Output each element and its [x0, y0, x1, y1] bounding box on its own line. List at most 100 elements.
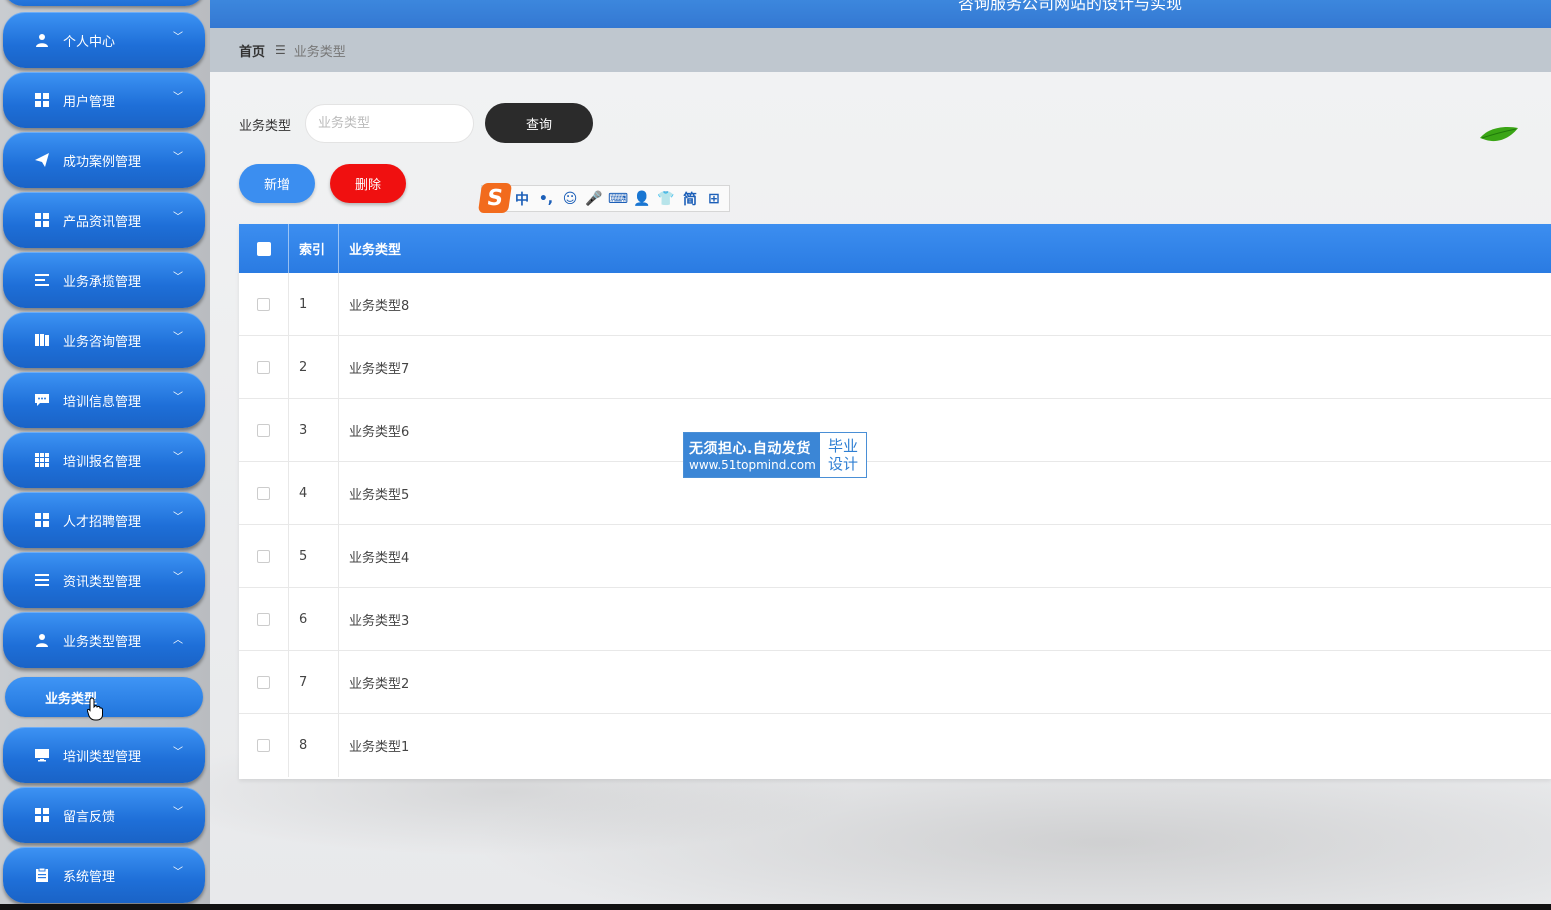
sidebar-item-label: 业务咨询管理: [63, 334, 142, 350]
paper-plane-icon: [34, 152, 50, 168]
table-row[interactable]: 2 业务类型7: [239, 336, 1551, 399]
chevron-down-icon: ﹀: [173, 211, 183, 223]
cell-index: 8: [289, 714, 339, 777]
breadcrumb: 首页 ☰ 业务类型: [210, 28, 1551, 72]
watermark-tag-line2: 设计: [827, 455, 858, 473]
add-button[interactable]: 新增: [239, 164, 315, 203]
row-checkbox[interactable]: [257, 297, 270, 311]
table-icon: [34, 452, 50, 468]
sidebar: 个人中心 ﹀ 用户管理 ﹀ 成功案例管理 ﹀ 产品资讯管理 ﹀ 业务承揽管理 ﹀: [0, 0, 210, 904]
sidebar-subitem-business-type[interactable]: 业务类型: [5, 677, 203, 717]
chevron-down-icon: ﹀: [173, 806, 183, 818]
cell-index: 1: [289, 273, 339, 335]
grid-icon: [34, 212, 50, 228]
table-row[interactable]: 6 业务类型3: [239, 588, 1551, 651]
sidebar-item-recruitment[interactable]: 人才招聘管理 ﹀: [3, 492, 205, 548]
sidebar-top-item[interactable]: [3, 0, 205, 6]
sidebar-item-label: 业务承揽管理: [63, 274, 142, 290]
ime-chinese-mode-icon[interactable]: 中: [510, 187, 534, 211]
sidebar-item-label: 留言反馈: [63, 809, 116, 825]
select-all-checkbox[interactable]: [256, 241, 271, 256]
breadcrumb-home[interactable]: 首页: [239, 41, 265, 60]
list-icon: [34, 572, 50, 588]
ime-toolbar: S 中 •, ☺ 🎤 ⌨ 👤 👕 简 ⊞: [477, 182, 730, 213]
ime-simplified-icon[interactable]: 简: [678, 187, 702, 211]
table-row[interactable]: 8 业务类型1: [239, 714, 1551, 777]
table-row[interactable]: 3 业务类型6: [239, 399, 1551, 462]
table-row[interactable]: 5 业务类型4: [239, 525, 1551, 588]
chevron-down-icon: ﹀: [173, 331, 183, 343]
row-checkbox[interactable]: [257, 675, 270, 689]
ime-skin-icon[interactable]: 👕: [654, 187, 678, 211]
chevron-down-icon: ﹀: [173, 451, 183, 463]
table-row[interactable]: 7 业务类型2: [239, 651, 1551, 714]
cell-business-type: 业务类型8: [349, 298, 410, 314]
row-checkbox[interactable]: [257, 549, 270, 563]
sidebar-item-success-cases[interactable]: 成功案例管理 ﹀: [3, 132, 205, 188]
sidebar-item-label: 用户管理: [63, 94, 116, 110]
sidebar-item-label: 系统管理: [63, 869, 116, 885]
ime-user-icon[interactable]: 👤: [630, 187, 654, 211]
search-input[interactable]: [305, 104, 474, 143]
chevron-down-icon: ﹀: [173, 571, 183, 583]
table-row[interactable]: 4 业务类型5: [239, 462, 1551, 525]
ime-punctuation-icon[interactable]: •,: [534, 187, 558, 211]
ime-emoji-icon[interactable]: ☺: [558, 187, 582, 211]
row-checkbox[interactable]: [257, 360, 270, 374]
sidebar-item-label: 培训类型管理: [63, 749, 142, 765]
leaf-icon: [1480, 127, 1518, 142]
cell-business-type: 业务类型1: [349, 740, 410, 755]
column-header-business-type: 业务类型: [349, 243, 402, 258]
sidebar-item-training-registration[interactable]: 培训报名管理 ﹀: [3, 432, 205, 488]
row-checkbox[interactable]: [257, 423, 270, 437]
sidebar-item-label: 个人中心: [63, 34, 116, 50]
cell-index: 6: [289, 588, 339, 650]
chevron-down-icon: ﹀: [173, 511, 183, 523]
sidebar-item-feedback[interactable]: 留言反馈 ﹀: [3, 787, 205, 843]
hand-cursor-icon: [87, 697, 103, 721]
ime-keyboard-icon[interactable]: ⌨: [606, 187, 630, 211]
grid-icon: [34, 512, 50, 528]
monitor-icon: [34, 747, 50, 763]
sidebar-item-business-contracting[interactable]: 业务承揽管理 ﹀: [3, 252, 205, 308]
delete-button[interactable]: 删除: [330, 164, 406, 203]
data-table: 索引 业务类型 1 业务类型8 2 业务类型7 3 业务类型6 4 业务类型 5 …: [239, 224, 1551, 779]
cell-business-type: 业务类型4: [349, 550, 410, 566]
column-header-index: 索引: [289, 224, 339, 273]
table-row[interactable]: 1 业务类型8: [239, 273, 1551, 336]
taskbar-edge: [0, 904, 1551, 910]
sidebar-item-label: 培训报名管理: [63, 454, 142, 470]
grid-icon: [34, 92, 50, 108]
cell-index: 4: [289, 462, 339, 524]
sidebar-item-personal-center[interactable]: 个人中心 ﹀: [3, 12, 205, 68]
cell-business-type: 业务类型2: [349, 676, 410, 692]
chevron-down-icon: ﹀: [173, 31, 183, 43]
sidebar-item-user-management[interactable]: 用户管理 ﹀: [3, 72, 205, 128]
cell-index: 7: [289, 651, 339, 713]
sidebar-item-business-consulting[interactable]: 业务咨询管理 ﹀: [3, 312, 205, 368]
chevron-up-icon: ︿: [173, 634, 183, 646]
row-checkbox[interactable]: [257, 486, 270, 500]
top-header: 咨询服务公司网站的设计与实现: [210, 0, 1551, 28]
watermark-url: www.51topmind.com: [689, 458, 816, 472]
cell-business-type: 业务类型7: [349, 361, 410, 377]
chevron-down-icon: ﹀: [173, 271, 183, 283]
sidebar-item-product-news[interactable]: 产品资讯管理 ﹀: [3, 192, 205, 248]
sidebar-item-business-type[interactable]: 业务类型管理 ︿: [3, 612, 205, 668]
sidebar-item-training-info[interactable]: 培训信息管理 ﹀: [3, 372, 205, 428]
row-checkbox[interactable]: [257, 612, 270, 626]
sidebar-item-system-management[interactable]: 系统管理 ﹀: [3, 847, 205, 903]
sidebar-item-news-type[interactable]: 资讯类型管理 ﹀: [3, 552, 205, 608]
table-header: 索引 业务类型: [239, 224, 1551, 273]
sogou-logo-icon[interactable]: S: [477, 182, 513, 213]
sidebar-item-training-type[interactable]: 培训类型管理 ﹀: [3, 727, 205, 783]
cell-index: 3: [289, 399, 339, 461]
chevron-down-icon: ﹀: [173, 746, 183, 758]
ime-voice-icon[interactable]: 🎤: [582, 187, 606, 211]
grid-icon: [34, 807, 50, 823]
sidebar-item-label: 成功案例管理: [63, 154, 142, 170]
ime-toolbox-icon[interactable]: ⊞: [702, 187, 726, 211]
query-button[interactable]: 查询: [485, 103, 593, 143]
row-checkbox[interactable]: [257, 739, 270, 752]
app-title: 咨询服务公司网站的设计与实现: [958, 0, 1183, 13]
